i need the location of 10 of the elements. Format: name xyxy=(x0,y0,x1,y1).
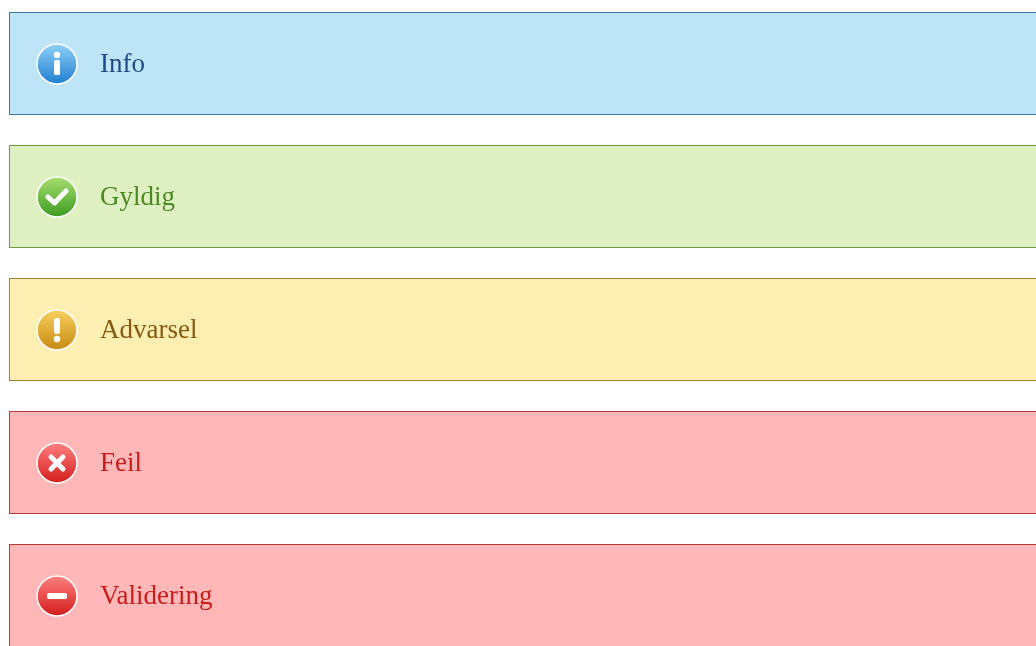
exclamation-icon xyxy=(36,308,78,351)
message-text: Validering xyxy=(100,580,213,611)
checkmark-icon xyxy=(36,175,78,218)
info-icon xyxy=(36,42,78,85)
minus-icon xyxy=(36,574,78,617)
message-text: Info xyxy=(100,48,145,79)
message-text: Feil xyxy=(100,447,142,478)
message-text: Advarsel xyxy=(100,314,198,345)
close-icon xyxy=(36,441,78,484)
message-text: Gyldig xyxy=(100,181,175,212)
